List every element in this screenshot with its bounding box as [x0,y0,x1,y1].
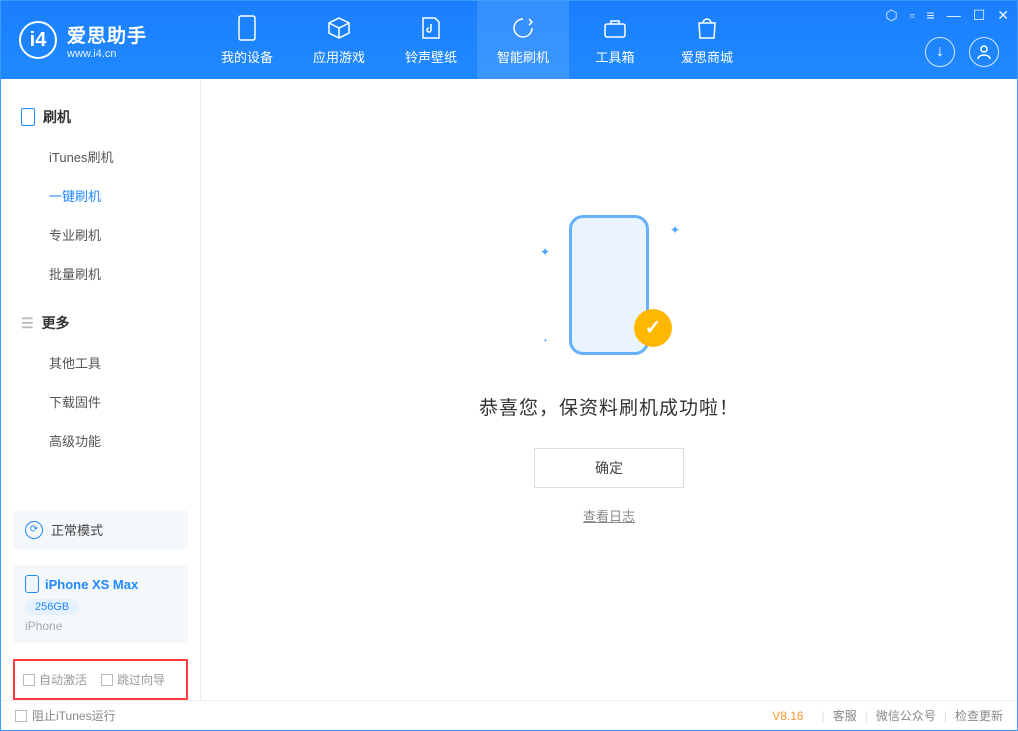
device-storage: 256GB [25,599,79,615]
logo-area: i4 爱思助手 www.i4.cn [1,21,201,60]
footer-link-update[interactable]: 检查更新 [955,707,1003,724]
options-box: 自动激活 跳过向导 [13,659,188,700]
app-header: i4 爱思助手 www.i4.cn 我的设备 应用游戏 铃声壁纸 智能刷机 工具… [1,1,1017,79]
close-icon[interactable]: ✕ [997,7,1009,24]
sidebar-item-advanced[interactable]: 高级功能 [21,421,180,460]
device-mode-card[interactable]: ⟳ 正常模式 [13,510,188,549]
nav-ringtone-wallpaper[interactable]: 铃声壁纸 [385,1,477,79]
ok-button[interactable]: 确定 [534,448,684,488]
nav-smart-flash[interactable]: 智能刷机 [477,1,569,79]
sidebar: 刷机 iTunes刷机 一键刷机 专业刷机 批量刷机 ☰ 更多 其他工具 下载固… [1,79,201,700]
sidebar-item-download-firmware[interactable]: 下载固件 [21,382,180,421]
app-logo-icon: i4 [19,21,57,59]
check-badge-icon: ✓ [634,309,672,347]
grid-icon[interactable]: ▫ [910,7,915,24]
checkbox-skip-setup[interactable]: 跳过向导 [101,671,165,688]
nav-apps-games[interactable]: 应用游戏 [293,1,385,79]
success-illustration: ✓ ✦ ✦ • [554,215,664,365]
footer-link-support[interactable]: 客服 [833,707,857,724]
checkbox-auto-activate[interactable]: 自动激活 [23,671,87,688]
device-info-card[interactable]: iPhone XS Max 256GB iPhone [13,565,188,643]
nav-my-device[interactable]: 我的设备 [201,1,293,79]
sidebar-item-itunes-flash[interactable]: iTunes刷机 [21,137,180,176]
device-type: iPhone [25,619,176,633]
app-url: www.i4.cn [67,48,147,60]
phone-icon [234,15,260,41]
footer-link-wechat[interactable]: 微信公众号 [876,707,936,724]
maximize-icon[interactable]: ☐ [973,7,986,24]
main-content: ✓ ✦ ✦ • 恭喜您，保资料刷机成功啦！ 确定 查看日志 [201,79,1017,700]
download-icon[interactable]: ↓ [925,37,955,67]
cube-icon [326,15,352,41]
sparkle-icon: ✦ [670,223,680,237]
checkbox-block-itunes[interactable]: 阻止iTunes运行 [15,707,116,724]
nav-toolbox[interactable]: 工具箱 [569,1,661,79]
sparkle-icon: • [544,336,547,345]
device-name: iPhone XS Max [45,577,138,592]
toolbox-icon [602,15,628,41]
sidebar-item-batch-flash[interactable]: 批量刷机 [21,254,180,293]
sidebar-heading-flash: 刷机 [21,97,180,137]
app-name: 爱思助手 [67,21,147,48]
sidebar-item-pro-flash[interactable]: 专业刷机 [21,215,180,254]
view-log-link[interactable]: 查看日志 [583,506,635,525]
success-message: 恭喜您，保资料刷机成功啦！ [479,393,739,420]
footer: 阻止iTunes运行 V8.16 | 客服 | 微信公众号 | 检查更新 [1,700,1017,730]
sparkle-icon: ✦ [540,245,550,259]
window-controls: ⬡ ▫ ≡ — ☐ ✕ [885,7,1009,24]
user-icon[interactable] [969,37,999,67]
main-nav: 我的设备 应用游戏 铃声壁纸 智能刷机 工具箱 爱思商城 [201,1,753,79]
shopping-bag-icon [694,15,720,41]
nav-store[interactable]: 爱思商城 [661,1,753,79]
menu-icon[interactable]: ≡ [927,7,935,24]
device-icon [21,108,35,126]
music-file-icon [418,15,444,41]
phone-small-icon [25,575,39,593]
sidebar-item-other-tools[interactable]: 其他工具 [21,343,180,382]
version-label: V8.16 [772,709,803,723]
refresh-shield-icon [510,15,536,41]
mode-icon: ⟳ [25,521,43,539]
sidebar-heading-more: ☰ 更多 [21,303,180,343]
shirt-icon[interactable]: ⬡ [885,7,897,24]
sidebar-item-oneclick-flash[interactable]: 一键刷机 [21,176,180,215]
minimize-icon[interactable]: — [947,7,961,24]
device-mode-label: 正常模式 [51,520,103,539]
list-icon: ☰ [21,315,34,332]
